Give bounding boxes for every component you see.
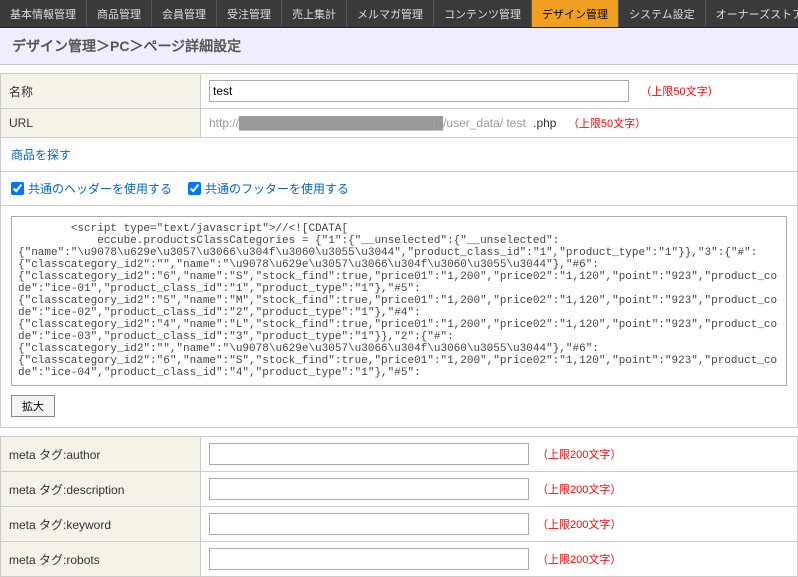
url-prefix: http://████████████████████████/user_dat… (209, 116, 526, 130)
nav-tab-8[interactable]: システム設定 (619, 0, 706, 27)
breadcrumb: デザイン管理＞PC＞ページ詳細設定 (0, 28, 798, 65)
nav-tab-6[interactable]: コンテンツ管理 (434, 0, 532, 27)
meta-limit-2: （上限200文字） (537, 519, 621, 531)
meta-label-1: meta タグ:description (1, 472, 201, 507)
meta-limit-0: （上限200文字） (537, 449, 621, 461)
meta-limit-1: （上限200文字） (537, 484, 621, 496)
expand-button[interactable]: 拡大 (11, 395, 55, 417)
meta-input-0[interactable] (209, 443, 529, 465)
nav-tab-3[interactable]: 受注管理 (217, 0, 282, 27)
nav-tab-7[interactable]: デザイン管理 (532, 0, 619, 27)
top-nav: 基本情報管理商品管理会員管理受注管理売上集計メルマガ管理コンテンツ管理デザイン管… (0, 0, 798, 28)
nav-tab-4[interactable]: 売上集計 (282, 0, 347, 27)
meta-input-2[interactable] (209, 513, 529, 535)
nav-tab-1[interactable]: 商品管理 (87, 0, 152, 27)
meta-input-3[interactable] (209, 548, 529, 570)
checkbox-row: 共通のヘッダーを使用する 共通のフッターを使用する (0, 172, 798, 206)
code-area: 拡大 (0, 206, 798, 428)
nav-tab-0[interactable]: 基本情報管理 (0, 0, 87, 27)
back-link[interactable]: 商品を探す (0, 138, 798, 172)
header-checkbox[interactable] (11, 182, 24, 195)
meta-input-1[interactable] (209, 478, 529, 500)
url-ext: .php (533, 116, 556, 130)
url-label: URL (1, 109, 201, 138)
header-checkbox-label[interactable]: 共通のヘッダーを使用する (11, 180, 172, 197)
code-textarea[interactable] (11, 216, 787, 386)
header-checkbox-text: 共通のヘッダーを使用する (28, 180, 172, 197)
meta-label-2: meta タグ:keyword (1, 507, 201, 542)
meta-table: meta タグ:author （上限200文字） meta タグ:descripti… (0, 436, 798, 577)
footer-checkbox-label[interactable]: 共通のフッターを使用する (188, 180, 349, 197)
form-table: 名称 （上限50文字） URL http://█████████████████… (0, 73, 798, 138)
footer-checkbox[interactable] (188, 182, 201, 195)
meta-label-3: meta タグ:robots (1, 542, 201, 577)
name-label: 名称 (1, 74, 201, 109)
footer-checkbox-text: 共通のフッターを使用する (205, 180, 349, 197)
meta-label-0: meta タグ:author (1, 437, 201, 472)
nav-tab-9[interactable]: オーナーズストア (706, 0, 798, 27)
name-input[interactable] (209, 80, 629, 102)
name-limit: （上限50文字） (640, 86, 718, 98)
url-limit: （上限50文字） (568, 118, 646, 130)
meta-limit-3: （上限200文字） (537, 554, 621, 566)
nav-tab-2[interactable]: 会員管理 (152, 0, 217, 27)
nav-tab-5[interactable]: メルマガ管理 (347, 0, 434, 27)
